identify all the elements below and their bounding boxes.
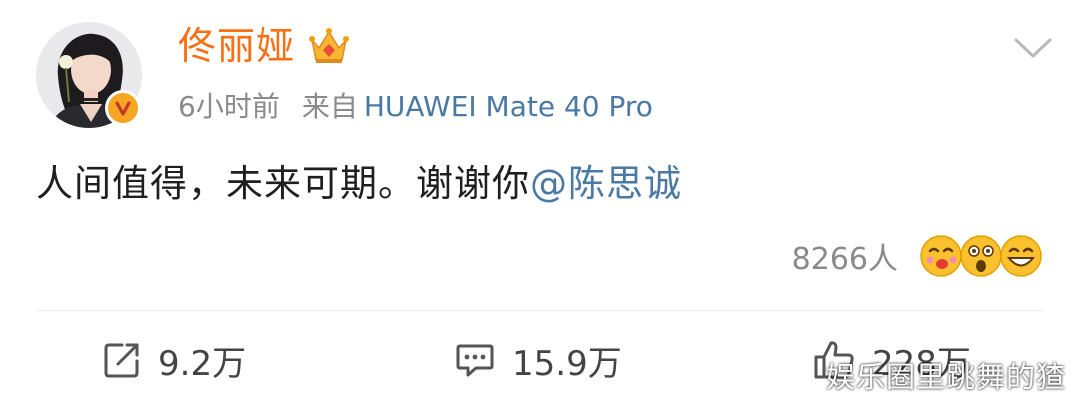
weibo-post-card: 佟丽娅 6小时前 来自 HUAWEI Mate 40 Pro 人间值得，未来可期。谢…	[0, 0, 1080, 408]
comment-count: 15.9万	[512, 343, 622, 384]
post-text: 人间值得，未来可期。谢谢你@陈思诚	[36, 156, 682, 212]
source-label: 来自	[301, 90, 358, 123]
divider	[36, 310, 1044, 311]
post-meta: 6小时前 来自 HUAWEI Mate 40 Pro	[178, 84, 653, 130]
share-icon	[104, 343, 139, 378]
chevron-down-icon[interactable]	[1012, 32, 1054, 62]
author-name[interactable]: 佟丽娅	[178, 20, 295, 72]
comment-icon	[456, 344, 494, 377]
watermark-text: 娱乐圈里跳舞的猹	[825, 360, 1066, 394]
share-button[interactable]: 9.2万	[102, 328, 246, 392]
vip-crown-icon[interactable]	[308, 26, 350, 66]
mention-link[interactable]: @陈思诚	[530, 162, 682, 205]
reaction-count: 8266人	[791, 242, 898, 277]
share-count: 9.2万	[158, 343, 247, 384]
comment-button[interactable]: 15.9万	[454, 328, 622, 392]
reaction-summary[interactable]: 8266人	[792, 232, 1044, 280]
grinning-face-icon	[1000, 235, 1042, 277]
post-time: 6小时前	[178, 90, 280, 123]
post-body-text: 人间值得，未来可期。谢谢你	[36, 162, 530, 205]
reaction-emoji-stack	[918, 233, 1044, 279]
device-link[interactable]: HUAWEI Mate 40 Pro	[364, 90, 653, 123]
verified-badge-icon	[105, 90, 141, 126]
